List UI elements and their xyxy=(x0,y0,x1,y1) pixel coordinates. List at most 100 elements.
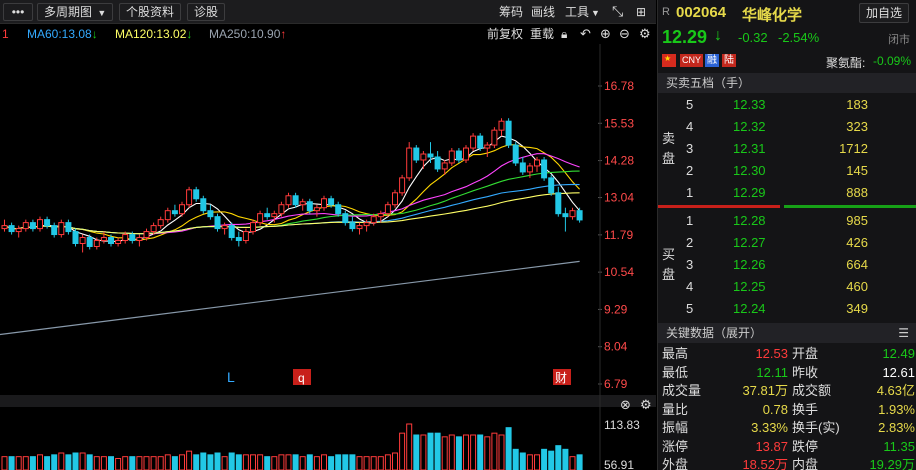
volume-bar xyxy=(342,454,349,470)
r-badge: R xyxy=(662,6,670,18)
sell-level-row[interactable]: 3 12.31 1712 xyxy=(678,138,916,160)
pane-header xyxy=(0,395,656,407)
candle-body xyxy=(136,237,143,242)
buy-level-row[interactable]: 4 12.25 460 xyxy=(678,276,916,298)
price-tick-label: 10.54 xyxy=(604,265,634,279)
sector-change: -0.09% xyxy=(873,54,912,68)
key-data-value: 11.35 xyxy=(883,438,915,454)
sector-label[interactable]: 聚氨酯: xyxy=(826,54,865,71)
last-price: 12.29 xyxy=(662,27,708,47)
candle-body xyxy=(86,237,93,247)
candle-body xyxy=(505,120,512,146)
volume-bar xyxy=(392,452,398,470)
candle-body xyxy=(285,195,292,206)
undo-icon[interactable]: ↶ xyxy=(580,24,591,44)
volume-bar xyxy=(242,454,249,470)
key-data-label: 最高 xyxy=(662,346,689,361)
volume-bar xyxy=(93,456,100,470)
key-data-value: 12.49 xyxy=(882,346,915,361)
chart-area[interactable]: ••• 多周期图 ▼ 个股资料 诊股 筹码 画线 工具 ▼ ⤡ ⊞ 1 MA60:… xyxy=(0,0,656,470)
candle-body xyxy=(292,195,299,206)
buy-level-volume: 426 xyxy=(846,235,868,250)
key-data-title[interactable]: 关键数据（展开） ☰ xyxy=(658,323,916,343)
price-tick-label: 11.79 xyxy=(604,228,633,242)
buy-level-price: 12.27 xyxy=(733,235,766,250)
arrow-down-icon: ↓ xyxy=(714,27,722,44)
stock-code: 002064 xyxy=(676,4,727,21)
buy-bar xyxy=(784,205,916,208)
volume-bar xyxy=(157,456,164,470)
tools-dropdown[interactable]: 工具 ▼ xyxy=(565,4,600,21)
diagnose-button[interactable]: 诊股 xyxy=(187,3,226,21)
candle-body xyxy=(363,222,370,227)
expand-icon[interactable]: ⤡ xyxy=(612,3,623,19)
candle-body xyxy=(65,222,72,233)
buy-level-row[interactable]: 2 12.27 426 xyxy=(678,232,916,254)
sell-level-price: 12.33 xyxy=(733,97,766,112)
settings-gear-icon[interactable]: ⚙ xyxy=(639,24,651,44)
lock-icon[interactable]: 🔒︎ xyxy=(561,24,567,44)
volume-bar xyxy=(526,454,533,470)
candle-body xyxy=(455,150,462,161)
sell-level-row[interactable]: 4 12.32 323 xyxy=(678,116,916,138)
candle-body xyxy=(186,189,193,206)
volume-bar xyxy=(29,456,36,470)
buy-level-number: 1 xyxy=(686,213,694,228)
buy-level-row[interactable]: 1 12.28 985 xyxy=(678,210,916,232)
candle-body xyxy=(250,222,256,233)
candle-body xyxy=(463,147,469,161)
margin-badge: 融 xyxy=(705,54,719,67)
key-data-value: 2.83% xyxy=(878,420,915,435)
reload-button[interactable]: 重载 xyxy=(530,24,554,44)
sell-level-row[interactable]: 2 12.30 145 xyxy=(678,160,916,182)
volume-bar xyxy=(179,454,185,470)
candle-body xyxy=(299,201,306,206)
buy-level-row[interactable]: 3 12.26 664 xyxy=(678,254,916,276)
market-status: 闭市 xyxy=(888,34,910,46)
draw-line-button[interactable]: 画线 xyxy=(531,4,555,20)
zoom-out-icon[interactable]: ⊖ xyxy=(619,24,630,44)
stock-info-button[interactable]: 个股资料 xyxy=(119,3,182,21)
chip-button[interactable]: 筹码 xyxy=(499,4,523,20)
volume-bar xyxy=(235,454,242,470)
key-data-value: 19.29万 xyxy=(869,457,915,470)
kline-chart[interactable]: 16.78 15.53 14.28 13.04 11.79 10.54 9.29 8.04 6.… xyxy=(0,44,656,470)
ma-fragment: 1 xyxy=(2,24,9,44)
period-dropdown[interactable]: 多周期图 ▼ xyxy=(37,3,114,21)
volume-bar xyxy=(562,448,569,470)
ma250-text: MA250:10.90 xyxy=(209,27,281,41)
volume-bar xyxy=(171,456,178,470)
sell-level-price: 12.32 xyxy=(733,119,766,134)
candle-body xyxy=(470,135,477,149)
volume-bar xyxy=(377,456,384,470)
volume-bar xyxy=(299,456,306,470)
buy-level-row[interactable]: 5 12.24 349 xyxy=(678,298,916,320)
volume-bar xyxy=(420,434,427,470)
volume-bar xyxy=(108,456,114,470)
ma120-value: MA120:13.02↓ xyxy=(115,24,192,44)
volume-bar xyxy=(470,434,477,470)
candle-body xyxy=(93,240,100,247)
zoom-in-icon[interactable]: ⊕ xyxy=(600,24,611,44)
add-watchlist-button[interactable]: 加自选 xyxy=(859,3,910,23)
ma120-line xyxy=(4,192,580,235)
volume-bar xyxy=(207,454,214,470)
sell-level-row[interactable]: 5 12.33 183 xyxy=(678,94,916,116)
candles xyxy=(1,118,583,253)
volume-tick-label: 56.91 xyxy=(604,458,634,470)
menu-lines-icon[interactable]: ☰ xyxy=(898,323,909,343)
adjust-button[interactable]: 前复权 xyxy=(487,24,523,44)
candle-body xyxy=(228,225,235,239)
more-dots-icon[interactable]: ••• xyxy=(3,3,33,21)
ma120-text: MA120:13.02 xyxy=(115,27,187,41)
candle-body xyxy=(434,156,441,170)
sell-side-label: 卖 盘 xyxy=(662,129,675,169)
volume-bar xyxy=(463,434,469,470)
candle-body xyxy=(555,192,562,215)
volume-bar xyxy=(498,434,505,470)
grid-icon[interactable]: ⊞ xyxy=(636,4,646,20)
key-data-label: 量比 xyxy=(662,401,689,417)
sell-level-row[interactable]: 1 12.29 888 xyxy=(678,182,916,204)
candle-body xyxy=(392,192,398,206)
orderbook-title[interactable]: 买卖五档（手） xyxy=(658,73,916,93)
